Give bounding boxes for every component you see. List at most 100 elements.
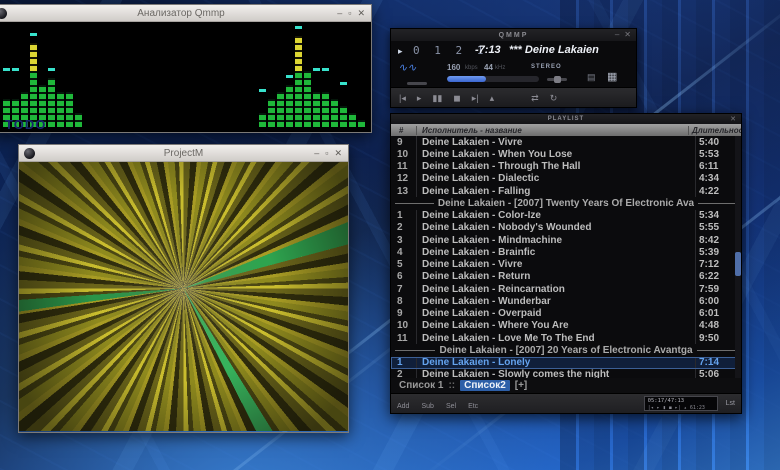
close-icon[interactable]: ✕ [624, 31, 631, 39]
column-header-title[interactable]: Исполнитель - название [417, 126, 689, 135]
playlist-track-row[interactable]: 13Deine Lakaien - Falling4:22 [391, 185, 741, 197]
playlist-track-row[interactable]: 6Deine Lakaien - Return6:22 [391, 271, 741, 283]
playlist-scrollbar[interactable] [735, 136, 741, 378]
player-window-title: QMMP [391, 32, 636, 39]
pause-button[interactable]: ▮▮ [432, 93, 442, 103]
playlist-titlebar[interactable]: PLAYLIST ✕ [391, 114, 741, 124]
mini-visualization[interactable]: ∿∿ [398, 63, 434, 76]
playlist-group-separator[interactable]: Deine Lakaien - [2007] Twenty Years Of E… [391, 197, 741, 209]
playlist-track-row[interactable]: 7Deine Lakaien - Reincarnation7:59 [391, 283, 741, 295]
playlist-track-row[interactable]: 10Deine Lakaien - Where You Are4:48 [391, 320, 741, 332]
spectrum-bar [75, 27, 82, 127]
tab-list-2-active[interactable]: Список2 [460, 380, 510, 391]
minimize-icon[interactable]: – [314, 149, 319, 158]
maximize-icon[interactable]: ▫ [325, 149, 328, 158]
minimize-icon[interactable]: – [615, 31, 619, 39]
playlist-track-row[interactable]: 12Deine Lakaien - Dialectic4:34 [391, 173, 741, 185]
peak-marker [322, 68, 329, 71]
spectrum-bar [48, 27, 55, 127]
tab-separator: :: [448, 380, 455, 391]
player-titlebar[interactable]: QMMP – ✕ [391, 29, 636, 41]
playlist-track-row[interactable]: 9Deine Lakaien - Overpaid6:01 [391, 308, 741, 320]
peak-marker [30, 33, 37, 36]
scrollbar-handle[interactable] [735, 252, 741, 276]
add-playlist-tab-button[interactable]: [+] [515, 380, 528, 391]
minimize-icon[interactable]: – [337, 9, 342, 18]
playlist-time-display: 05:17/47:13 |◂ ▸ ▮ ◼ ▸| ▴ 61:23 [644, 396, 718, 411]
playlist-track-row[interactable]: 3Deine Lakaien - Mindmachine8:42 [391, 234, 741, 246]
eject-button[interactable]: ▴ [490, 93, 495, 103]
stop-button[interactable]: ◼ [453, 93, 460, 103]
spectrum-bar [268, 27, 275, 127]
playlist-window: PLAYLIST ✕ # Исполнитель - название Длит… [390, 113, 742, 414]
playlist-add-button[interactable]: Add [397, 403, 409, 410]
repeat-button[interactable]: ↻ [550, 93, 558, 103]
spectrum-bar [57, 27, 64, 127]
maximize-icon[interactable]: ▫ [348, 9, 351, 18]
analyzer-window-title: Анализатор Qmmp [0, 8, 371, 19]
peak-marker [48, 68, 55, 71]
samplerate-value: 44 [484, 63, 493, 72]
playlist-track-row[interactable]: 1Deine Lakaien - Color-Ize5:34 [391, 210, 741, 222]
peak-marker [259, 89, 266, 92]
playlist-sub-button[interactable]: Sub [421, 403, 433, 410]
playlist-track-row-selected[interactable]: 1Deine Lakaien - Lonely7:14 [391, 357, 741, 369]
spectrum-bar [304, 27, 311, 127]
equalizer-toggle-icon[interactable]: ▤ [587, 72, 596, 83]
transport-bar: |◂ ▸ ▮▮ ◼ ▸| ▴ ⇄ ↻ [391, 87, 636, 107]
playlist-tab-bar: Список 1 :: Список2 [+] [391, 378, 741, 393]
analyzer-titlebar[interactable]: Анализатор Qmmp – ▫ ✕ [0, 5, 371, 22]
close-icon[interactable]: ✕ [357, 9, 365, 18]
peak-marker [3, 68, 10, 71]
playlist-track-row[interactable]: 4Deine Lakaien - Brainfic5:39 [391, 246, 741, 258]
previous-button[interactable]: |◂ [399, 93, 406, 103]
spectrum-bar [340, 27, 347, 127]
playlist-track-row[interactable]: 11Deine Lakaien - Through The Hall6:11 [391, 161, 741, 173]
spectrum-analyzer [0, 22, 371, 132]
projectm-window-title: ProjectM [19, 148, 348, 159]
playlist-etc-button[interactable]: Etc [468, 403, 478, 410]
playlist-track-row[interactable]: 11Deine Lakaien - Love Me To The End9:50 [391, 332, 741, 344]
analyzer-left-channel [3, 27, 82, 127]
window-icon [24, 148, 35, 159]
playlist-track-row[interactable]: 2Deine Lakaien - Nobody's Wounded5:55 [391, 222, 741, 234]
playlist-column-header: # Исполнитель - название Длительность [391, 124, 741, 136]
playlist-track-row[interactable]: 5Deine Lakaien - Vivre7:12 [391, 259, 741, 271]
playlist-track-row[interactable]: 10Deine Lakaien - When You Lose5:53 [391, 148, 741, 160]
track-title-marquee[interactable]: *** Deine Lakaien [509, 44, 599, 56]
peak-marker [286, 75, 293, 78]
tab-list-1[interactable]: Список 1 [399, 380, 443, 391]
shuffle-button[interactable]: ⇄ [531, 93, 539, 103]
balance-slider[interactable] [407, 82, 427, 85]
seek-bar[interactable] [447, 76, 539, 82]
column-header-number[interactable]: # [391, 126, 417, 135]
playlist-track-row[interactable]: 8Deine Lakaien - Wunderbar6:00 [391, 295, 741, 307]
playlist-track-row[interactable]: 9Deine Lakaien - Vivre5:40 [391, 136, 741, 148]
play-button[interactable]: ▸ [417, 93, 422, 103]
close-icon[interactable]: ✕ [730, 115, 741, 123]
close-icon[interactable]: ✕ [334, 149, 342, 158]
remaining-time-text: -7:13 [475, 44, 501, 56]
playlist-track-row[interactable]: 2Deine Lakaien - Slowly comes the night5… [391, 369, 741, 378]
list-menu-button[interactable]: Lst [726, 400, 735, 407]
playlist-buttons: Add Sub Sel Etc [397, 395, 490, 413]
samplerate-unit: kHz [495, 65, 505, 71]
mini-transport-and-total: |◂ ▸ ▮ ◼ ▸| ▴ 61:23 [648, 405, 714, 411]
volume-handle[interactable] [554, 76, 561, 83]
player-display: ▸ 0 1 2 1 -7:13 *** Deine Lakaien ∿∿ 160… [391, 41, 636, 89]
spectrum-bar [295, 27, 302, 127]
next-button[interactable]: ▸| [472, 93, 479, 103]
playlist-toggle-icon[interactable]: ▦ [607, 70, 617, 83]
mini-transport-icons[interactable]: |◂ ▸ ▮ ◼ ▸| ▴ [648, 405, 687, 411]
playlist-sel-button[interactable]: Sel [446, 403, 456, 410]
play-status-icon: ▸ [398, 46, 403, 57]
playlist-total-time: 61:23 [690, 405, 705, 411]
spectrum-bar [331, 27, 338, 127]
projectm-titlebar[interactable]: ProjectM – ▫ ✕ [19, 145, 348, 162]
playlist-window-title: PLAYLIST [391, 116, 741, 122]
peak-marker [12, 68, 19, 71]
playlist-group-separator[interactable]: Deine Lakaien - [2007] 20 Years of Elect… [391, 344, 741, 356]
column-header-duration[interactable]: Длительность [689, 126, 741, 135]
current-total-time: 05:17/47:13 [648, 398, 714, 405]
spectrum-bar [66, 27, 73, 127]
